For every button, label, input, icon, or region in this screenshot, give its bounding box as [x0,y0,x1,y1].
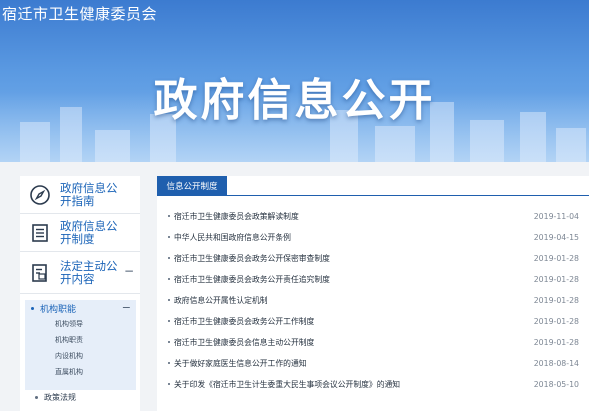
bullet-icon [168,341,170,343]
bullet-icon [168,320,170,322]
bullet-icon [168,383,170,385]
list-item[interactable]: 宿迁市卫生健康委员会政务公开工作制度 2019-01-28 [157,311,589,332]
list-item-date: 2019-01-28 [533,338,579,347]
list-item[interactable]: 政府信息公开属性认定机制 2019-01-28 [157,290,589,311]
list-item[interactable]: 关于印发《宿迁市卫生计生委重大民生事项会议公开制度》的通知 2018-05-10 [157,374,589,395]
list-item[interactable]: 宿迁市卫生健康委员会信息主动公开制度 2019-01-28 [157,332,589,353]
sidebar-item-policy[interactable]: 政策法规 [35,392,76,403]
bullet-icon [31,306,34,310]
submenu-item[interactable]: 机构领导 [25,316,136,332]
main-panel: 信息公开制度 宿迁市卫生健康委员会政策解读制度 2019-11-04 中华人民共和… [157,176,589,411]
list-item-title[interactable]: 宿迁市卫生健康委员会政务公开工作制度 [174,316,314,327]
header-banner: 宿迁市卫生健康委员会 政府信息公开 [0,0,589,162]
submenu-item[interactable]: 直属机构 [25,364,136,380]
document-edit-icon [20,263,60,283]
list-item[interactable]: 关于做好家庭医生信息公开工作的通知 2018-08-14 [157,353,589,374]
document-list-icon [20,223,60,243]
list-item[interactable]: 宿迁市卫生健康委员会政务公开责任追究制度 2019-01-28 [157,269,589,290]
tab-bar: 信息公开制度 [157,176,589,196]
list-item-title[interactable]: 政府信息公开属性认定机制 [174,295,268,306]
bullet-icon [168,257,170,259]
submenu-item[interactable]: 内设机构 [25,348,136,364]
sidebar-item-content[interactable]: 法定主动公开内容 − [20,252,140,294]
submenu-item[interactable]: 机构职责 [25,332,136,348]
submenu-head[interactable]: 机构职能 − [25,300,136,316]
sidebar-item-guide[interactable]: 政府信息公开指南 [20,176,140,214]
compass-icon [20,184,60,206]
list-item-date: 2019-04-15 [533,233,579,242]
list-item[interactable]: 中华人民共和国政府信息公开条例 2019-04-15 [157,227,589,248]
sidebar-item-label: 政府信息公开指南 [60,180,118,208]
bullet-icon [168,278,170,280]
submenu-head-label: 机构职能 [40,304,77,315]
list-item-date: 2019-11-04 [533,212,579,221]
article-list: 宿迁市卫生健康委员会政策解读制度 2019-11-04 中华人民共和国政府信息公开… [157,206,589,395]
collapse-toggle[interactable]: − [124,264,134,278]
list-item-title[interactable]: 宿迁市卫生健康委员会政策解读制度 [174,211,299,222]
list-item-title[interactable]: 中华人民共和国政府信息公开条例 [174,232,291,243]
list-item-date: 2018-08-14 [533,359,579,368]
bullet-icon [168,215,170,217]
tab-disclosure-system[interactable]: 信息公开制度 [157,176,227,196]
list-item-date: 2019-01-28 [533,254,579,263]
list-item-date: 2019-01-28 [533,275,579,284]
sidebar-item-system[interactable]: 政府信息公开制度 [20,214,140,252]
site-name[interactable]: 宿迁市卫生健康委员会 [2,3,157,24]
list-item-date: 2019-01-28 [533,296,579,305]
list-item[interactable]: 宿迁市卫生健康委员会政策解读制度 2019-11-04 [157,206,589,227]
banner-title: 政府信息公开 [153,75,436,126]
list-item[interactable]: 宿迁市卫生健康委员会政务公开保密审查制度 2019-01-28 [157,248,589,269]
bullet-icon [168,299,170,301]
list-item-date: 2018-05-10 [533,380,579,389]
sidebar-item-label: 法定主动公开内容 [60,258,118,286]
bullet-icon [168,362,170,364]
sidebar-item-label: 政策法规 [44,393,76,402]
list-item-title[interactable]: 宿迁市卫生健康委员会政务公开责任追究制度 [174,274,330,285]
list-item-title[interactable]: 宿迁市卫生健康委员会政务公开保密审查制度 [174,253,330,264]
submenu-panel: 机构职能 − 机构领导 机构职责 内设机构 直属机构 [25,300,136,390]
list-item-title[interactable]: 关于印发《宿迁市卫生计生委重大民生事项会议公开制度》的通知 [174,379,400,390]
list-item-date: 2019-01-28 [533,317,579,326]
collapse-toggle[interactable]: − [122,301,131,314]
list-item-title[interactable]: 关于做好家庭医生信息公开工作的通知 [174,358,307,369]
sidebar-item-label: 政府信息公开制度 [60,218,118,246]
bullet-icon [168,236,170,238]
list-item-title[interactable]: 宿迁市卫生健康委员会信息主动公开制度 [174,337,314,348]
bullet-icon [35,396,38,399]
